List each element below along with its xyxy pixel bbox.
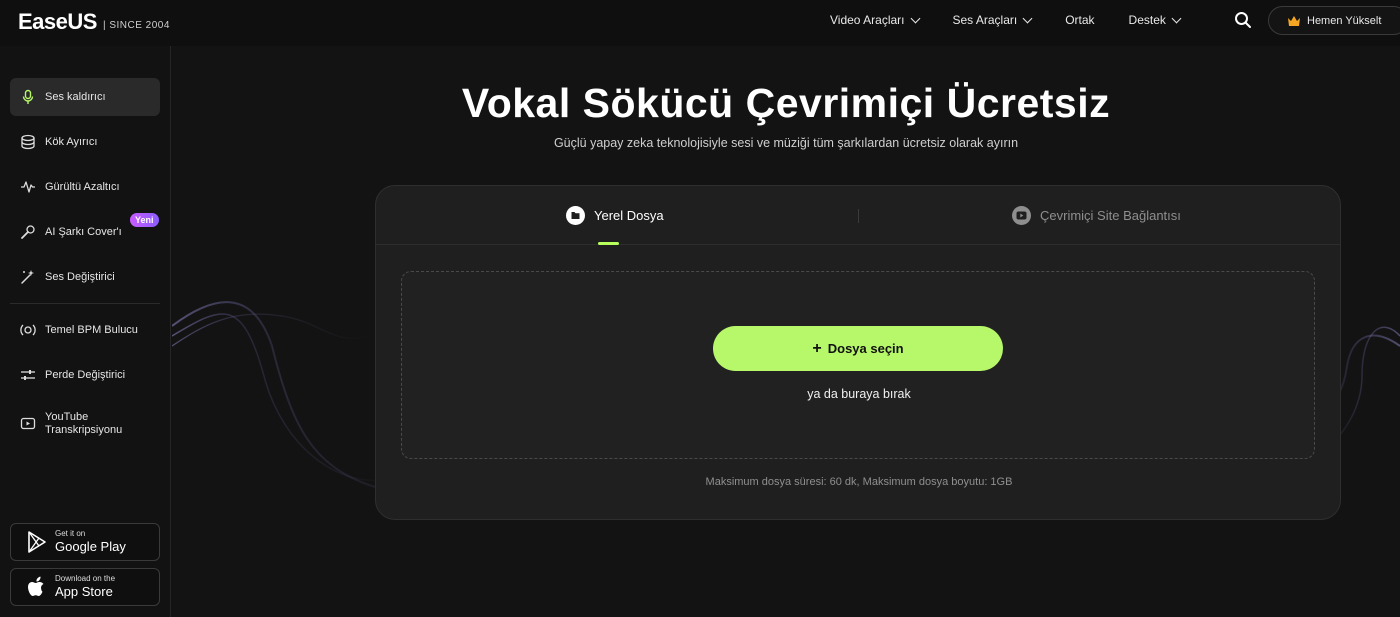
google-play-button[interactable]: Get it on Google Play	[10, 523, 160, 561]
nav-video-tools[interactable]: Video Araçları	[830, 13, 920, 27]
upgrade-label: Hemen Yükselt	[1307, 14, 1382, 27]
sidebar: Ses kaldırıcı Kök Ayırıcı Gürültü Azaltı…	[0, 46, 171, 617]
sidebar-item-youtube-transcription[interactable]: YouTube Transkripsiyonu	[10, 403, 160, 445]
store-big-text: App Store	[55, 584, 113, 599]
app-store-button[interactable]: Download on the App Store	[10, 568, 160, 606]
crown-icon	[1288, 15, 1300, 26]
nav-label: Ortak	[1065, 13, 1095, 27]
store-small-text: Get it on	[55, 529, 86, 538]
sidebar-item-label: AI Şarkı Cover'ı	[45, 226, 122, 238]
sidebar-item-label: Ses Değiştirici	[45, 271, 115, 283]
new-badge: Yeni	[130, 213, 159, 227]
page-title: Vokal Sökücü Çevrimiçi Ücretsiz	[461, 80, 1111, 126]
sidebar-item-label: Kök Ayırıcı	[45, 136, 98, 148]
sidebar-item-label: Ses kaldırıcı	[45, 91, 106, 103]
top-navigation-bar: EaseUS | SINCE 2004 Video Araçları Ses A…	[0, 0, 1400, 46]
sidebar-item-bpm-finder[interactable]: Temel BPM Bulucu	[10, 311, 160, 349]
magic-wand-icon	[21, 270, 34, 284]
sidebar-item-label: YouTube Transkripsiyonu	[45, 411, 123, 436]
logo-text: EaseUS	[18, 9, 97, 34]
store-big-text: Google Play	[55, 539, 126, 554]
chevron-down-icon	[1171, 13, 1182, 23]
sliders-icon	[21, 370, 35, 380]
sidebar-item-label: Gürültü Azaltıcı	[45, 181, 120, 193]
active-tab-indicator	[598, 242, 619, 245]
chevron-down-icon	[910, 13, 920, 23]
tab-online-link[interactable]: Çevrimiçi Site Bağlantısı	[1012, 186, 1181, 245]
microphone-icon	[22, 89, 34, 104]
tab-local-file[interactable]: Yerel Dosya	[566, 186, 664, 245]
nav-support[interactable]: Destek	[1128, 13, 1182, 27]
store-text: Get it on Google Play	[55, 529, 126, 555]
upgrade-button[interactable]: Hemen Yükselt	[1268, 6, 1400, 35]
sidebar-item-label: Perde Değiştirici	[45, 369, 126, 381]
choose-file-label: Dosya seçin	[827, 341, 904, 356]
plus-icon: +	[812, 339, 822, 357]
sidebar-item-noise-reducer[interactable]: Gürültü Azaltıcı	[10, 168, 160, 206]
store-text: Download on the App Store	[55, 574, 115, 600]
apple-icon	[28, 576, 44, 596]
nav-audio-tools[interactable]: Ses Araçları	[952, 13, 1033, 27]
sidebar-item-voice-changer[interactable]: Ses Değiştirici	[10, 258, 160, 296]
main-nav: Video Araçları Ses Araçları Ortak Destek	[830, 0, 1214, 40]
chevron-down-icon	[1022, 13, 1033, 23]
tab-divider	[858, 209, 859, 223]
sidebar-divider	[10, 303, 160, 304]
store-small-text: Download on the	[55, 574, 116, 583]
nav-partner[interactable]: Ortak	[1065, 13, 1094, 27]
file-icon	[566, 206, 585, 225]
source-tabs: Yerel Dosya Çevrimiçi Site Bağlantısı	[376, 186, 1340, 245]
file-drop-zone[interactable]: + Dosya seçin ya da buraya bırak	[401, 271, 1315, 459]
bpm-icon	[20, 324, 36, 336]
main-content: Vokal Sökücü Çevrimiçi Ücretsiz Güçlü ya…	[172, 46, 1400, 617]
drop-hint: ya da buraya bırak	[807, 387, 911, 401]
nav-label: Video Araçları	[830, 13, 905, 27]
stack-icon	[21, 134, 35, 150]
tab-label: Yerel Dosya	[594, 208, 664, 223]
logo-since: | SINCE 2004	[102, 19, 170, 31]
play-circle-icon	[1012, 206, 1031, 225]
google-play-icon	[28, 531, 46, 553]
sidebar-item-pitch-changer[interactable]: Perde Değiştirici	[10, 356, 160, 394]
nav-label: Destek	[1128, 13, 1166, 27]
upload-card: Yerel Dosya Çevrimiçi Site Bağlantısı + …	[375, 185, 1341, 520]
nav-label: Ses Araçları	[952, 13, 1018, 27]
youtube-transcript-icon	[20, 417, 36, 430]
page-subtitle: Güçlü yapay zeka teknolojisiyle sesi ve …	[553, 136, 1019, 150]
tab-label: Çevrimiçi Site Bağlantısı	[1040, 208, 1181, 223]
search-icon[interactable]	[1234, 11, 1252, 29]
choose-file-button[interactable]: + Dosya seçin	[713, 326, 1003, 371]
sidebar-item-vocal-remover[interactable]: Ses kaldırıcı	[10, 78, 160, 116]
waveform-icon	[21, 181, 35, 193]
sidebar-item-label: Temel BPM Bulucu	[45, 324, 138, 336]
file-limits-note: Maksimum dosya süresi: 60 dk, Maksimum d…	[705, 476, 1013, 488]
easeus-logo[interactable]: EaseUS | SINCE 2004	[18, 9, 170, 34]
sidebar-item-stem-splitter[interactable]: Kök Ayırıcı	[10, 123, 160, 161]
karaoke-mic-icon	[21, 225, 35, 239]
